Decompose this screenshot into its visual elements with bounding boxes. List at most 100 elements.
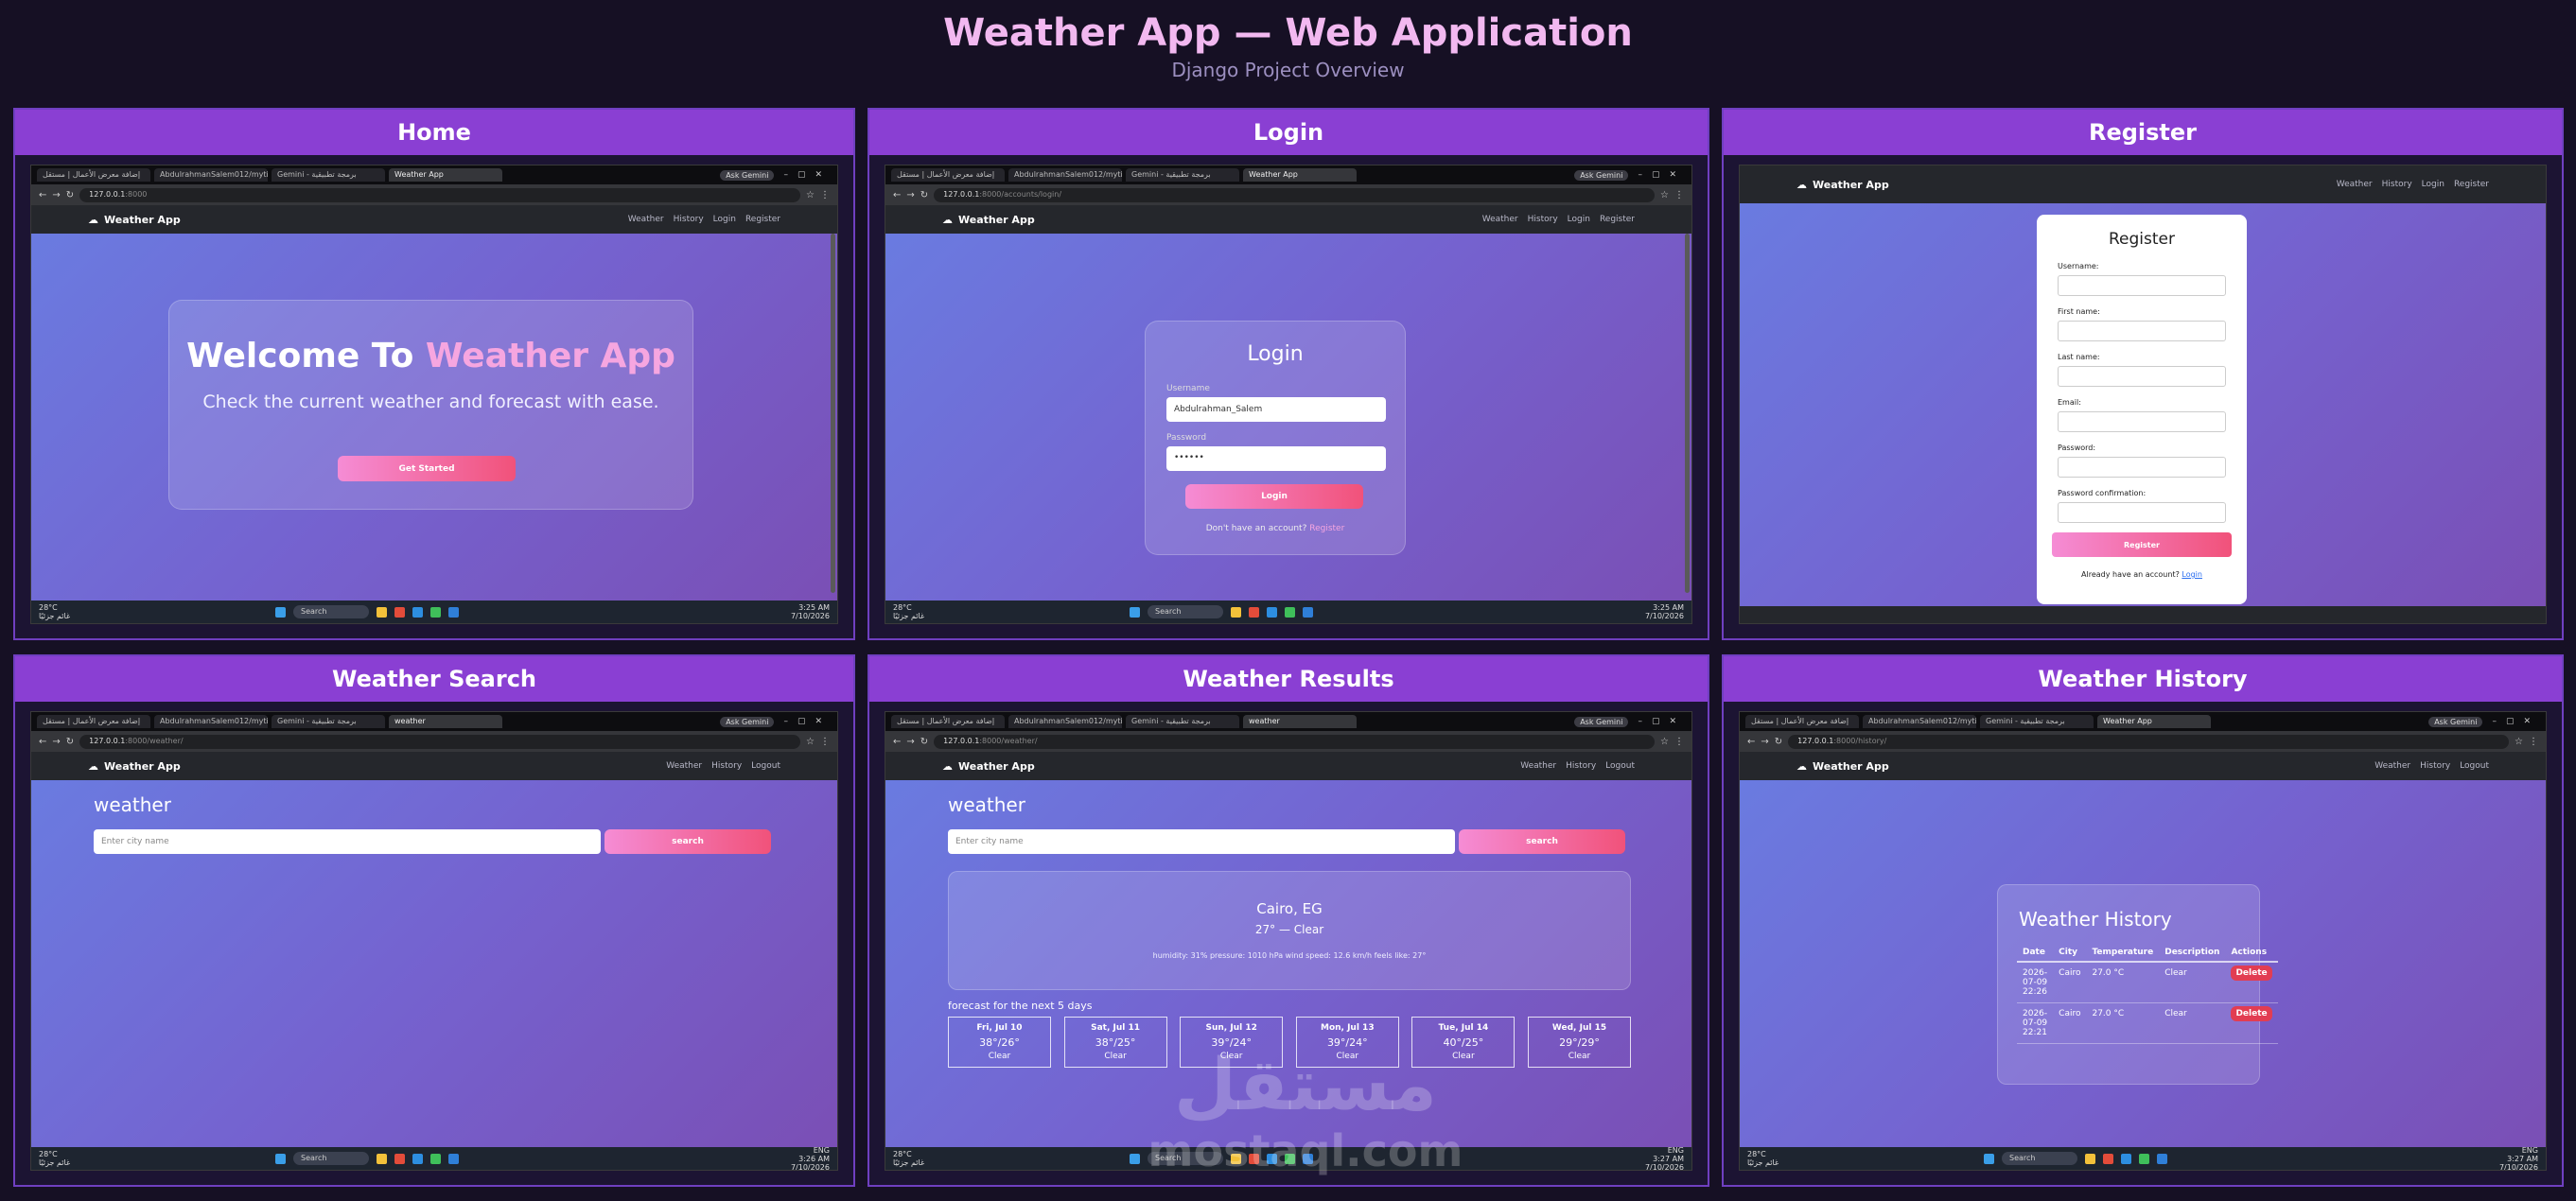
browser-tab[interactable]: AbdulrahmanSalem012/mytim... bbox=[1008, 168, 1122, 182]
folder-icon[interactable] bbox=[2085, 1153, 2095, 1164]
taskbar-weather[interactable]: 28°C غائم جزئيًا bbox=[1747, 1150, 1804, 1167]
taskbar-search[interactable]: Search bbox=[293, 1152, 369, 1165]
app-icon[interactable] bbox=[1285, 1153, 1295, 1164]
brand[interactable]: ☁ Weather App bbox=[942, 760, 1035, 773]
get-started-button[interactable]: Get Started bbox=[338, 456, 516, 481]
browser-tab[interactable]: Gemini - برمجة تطبيقية bbox=[272, 715, 385, 728]
menu-icon[interactable]: ⋮ bbox=[820, 190, 830, 200]
url-input[interactable]: 127.0.0.1:8000 bbox=[79, 187, 801, 202]
username-input[interactable]: Abdulrahman_Salem bbox=[1166, 397, 1386, 422]
browser-tab[interactable]: AbdulrahmanSalem012/mytim... bbox=[154, 168, 268, 182]
nav-history[interactable]: History bbox=[1566, 761, 1596, 771]
brand[interactable]: ☁ Weather App bbox=[1796, 179, 1889, 191]
brand[interactable]: ☁ Weather App bbox=[1796, 760, 1889, 773]
nav-register[interactable]: Register bbox=[1600, 215, 1635, 224]
vscode-icon[interactable] bbox=[448, 606, 459, 618]
edge-icon[interactable] bbox=[1267, 606, 1277, 618]
window-controls-icon[interactable]: –▢✕ bbox=[783, 170, 832, 180]
reload-icon[interactable]: ↻ bbox=[66, 737, 74, 747]
nav-weather[interactable]: Weather bbox=[2337, 180, 2373, 189]
nav-weather[interactable]: Weather bbox=[2374, 761, 2410, 771]
login-link[interactable]: Login bbox=[2182, 570, 2202, 579]
url-input[interactable]: 127.0.0.1:8000/accounts/login/ bbox=[934, 187, 1656, 202]
browser-tab[interactable]: إضافة معرض الأعمال | مستقل bbox=[37, 168, 150, 182]
reload-icon[interactable]: ↻ bbox=[920, 737, 928, 747]
taskbar-search[interactable]: Search bbox=[2002, 1152, 2077, 1165]
scrollbar[interactable] bbox=[1685, 234, 1690, 593]
window-controls-icon[interactable]: –▢✕ bbox=[1638, 170, 1686, 180]
browser-tab[interactable]: Gemini - برمجة تطبيقية bbox=[1980, 715, 2094, 728]
nav-logout[interactable]: Logout bbox=[2460, 761, 2489, 771]
back-icon[interactable]: ← bbox=[39, 190, 46, 200]
ask-gemini-button[interactable]: Ask Gemini bbox=[1574, 169, 1629, 181]
search-button[interactable]: search bbox=[605, 829, 771, 854]
chrome-icon[interactable] bbox=[1249, 606, 1259, 618]
app-icon[interactable] bbox=[2139, 1153, 2149, 1164]
browser-tab[interactable]: إضافة معرض الأعمال | مستقل bbox=[891, 168, 1005, 182]
brand[interactable]: ☁ Weather App bbox=[942, 214, 1035, 226]
menu-icon[interactable]: ⋮ bbox=[1674, 737, 1684, 747]
windows-start-icon[interactable] bbox=[1130, 606, 1140, 618]
browser-tab[interactable]: AbdulrahmanSalem012/mytim... bbox=[154, 715, 268, 728]
edge-icon[interactable] bbox=[1267, 1153, 1277, 1164]
nav-history[interactable]: History bbox=[2382, 180, 2412, 189]
browser-tab-active[interactable]: Weather App bbox=[389, 168, 502, 182]
browser-tab[interactable]: Gemini - برمجة تطبيقية bbox=[1126, 715, 1239, 728]
vscode-icon[interactable] bbox=[2157, 1153, 2167, 1164]
chrome-icon[interactable] bbox=[394, 606, 405, 618]
vscode-icon[interactable] bbox=[1303, 1153, 1313, 1164]
reload-icon[interactable]: ↻ bbox=[66, 190, 74, 200]
nav-logout[interactable]: Logout bbox=[1605, 761, 1635, 771]
app-icon[interactable] bbox=[430, 1153, 441, 1164]
ask-gemini-button[interactable]: Ask Gemini bbox=[720, 169, 775, 181]
star-icon[interactable]: ☆ bbox=[1660, 190, 1669, 200]
register-field-input[interactable] bbox=[2058, 321, 2226, 341]
edge-icon[interactable] bbox=[412, 1153, 423, 1164]
browser-tab[interactable]: إضافة معرض الأعمال | مستقل bbox=[1745, 715, 1859, 728]
forward-icon[interactable]: → bbox=[906, 190, 914, 200]
delete-button[interactable]: Delete bbox=[2231, 1006, 2272, 1021]
browser-tab[interactable]: إضافة معرض الأعمال | مستقل bbox=[891, 715, 1005, 728]
vscode-icon[interactable] bbox=[1303, 606, 1313, 618]
brand[interactable]: ☁ Weather App bbox=[88, 760, 181, 773]
register-field-input[interactable] bbox=[2058, 366, 2226, 387]
browser-tab-active[interactable]: Weather App bbox=[2097, 715, 2211, 728]
menu-icon[interactable]: ⋮ bbox=[820, 737, 830, 747]
nav-history[interactable]: History bbox=[1528, 215, 1558, 224]
register-button[interactable]: Register bbox=[2052, 532, 2232, 557]
browser-tab[interactable]: إضافة معرض الأعمال | مستقل bbox=[37, 715, 150, 728]
taskbar-weather[interactable]: 28°C غائم جزئيًا bbox=[893, 1150, 950, 1167]
browser-tab-active[interactable]: weather bbox=[1243, 715, 1357, 728]
browser-tab[interactable]: Gemini - برمجة تطبيقية bbox=[272, 168, 385, 182]
windows-start-icon[interactable] bbox=[1130, 1153, 1140, 1164]
star-icon[interactable]: ☆ bbox=[1660, 737, 1669, 747]
forward-icon[interactable]: → bbox=[52, 190, 60, 200]
browser-tab[interactable]: AbdulrahmanSalem012/mytim... bbox=[1863, 715, 1976, 728]
back-icon[interactable]: ← bbox=[893, 190, 901, 200]
forward-icon[interactable]: → bbox=[1761, 737, 1768, 747]
city-search-input[interactable]: Enter city name bbox=[94, 829, 601, 854]
back-icon[interactable]: ← bbox=[39, 737, 46, 747]
url-input[interactable]: 127.0.0.1:8000/weather/ bbox=[79, 734, 801, 749]
url-input[interactable]: 127.0.0.1:8000/weather/ bbox=[934, 734, 1656, 749]
delete-button[interactable]: Delete bbox=[2231, 966, 2272, 981]
nav-login[interactable]: Login bbox=[2422, 180, 2445, 189]
star-icon[interactable]: ☆ bbox=[2515, 737, 2523, 747]
nav-history[interactable]: History bbox=[674, 215, 704, 224]
nav-history[interactable]: History bbox=[2420, 761, 2450, 771]
windows-start-icon[interactable] bbox=[275, 606, 286, 618]
nav-register[interactable]: Register bbox=[745, 215, 780, 224]
nav-weather[interactable]: Weather bbox=[1520, 761, 1556, 771]
window-controls-icon[interactable]: –▢✕ bbox=[2492, 717, 2540, 726]
vscode-icon[interactable] bbox=[448, 1153, 459, 1164]
city-search-input[interactable]: Enter city name bbox=[948, 829, 1455, 854]
folder-icon[interactable] bbox=[377, 1153, 387, 1164]
nav-login[interactable]: Login bbox=[1568, 215, 1590, 224]
app-icon[interactable] bbox=[430, 606, 441, 618]
taskbar-search[interactable]: Search bbox=[293, 605, 369, 618]
chrome-icon[interactable] bbox=[394, 1153, 405, 1164]
star-icon[interactable]: ☆ bbox=[806, 190, 815, 200]
reload-icon[interactable]: ↻ bbox=[1775, 737, 1782, 747]
reload-icon[interactable]: ↻ bbox=[920, 190, 928, 200]
browser-tab-active[interactable]: weather bbox=[389, 715, 502, 728]
